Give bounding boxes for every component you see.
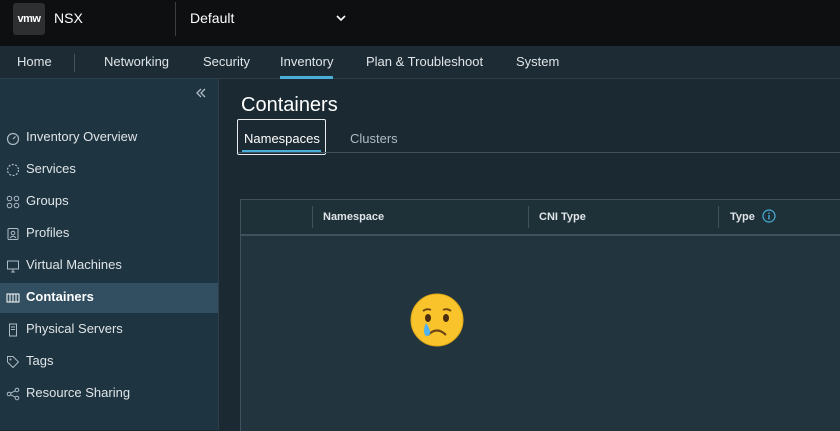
nav-tab-plan-troubleshoot[interactable]: Plan & Troubleshoot — [366, 54, 483, 69]
column-header-type[interactable]: Type — [730, 211, 755, 223]
header-divider — [175, 2, 176, 36]
vm-icon — [7, 260, 19, 273]
services-icon — [6, 163, 20, 177]
nav-tab-inventory[interactable]: Inventory — [280, 54, 334, 79]
sidebar: Inventory Overview Services Groups Profi… — [0, 79, 219, 430]
sidebar-item-label: Tags — [26, 353, 54, 368]
nav-divider — [74, 54, 75, 72]
server-icon — [9, 323, 17, 337]
column-header-cni-type[interactable]: CNI Type — [539, 211, 586, 223]
sidebar-item-label: Virtual Machines — [26, 257, 122, 272]
sidebar-item-label: Services — [26, 161, 76, 176]
namespaces-table: Namespace CNI Type Type — [240, 199, 840, 431]
sidebar-item-containers[interactable]: Containers — [0, 283, 218, 313]
tab-clusters[interactable]: Clusters — [350, 131, 398, 146]
vmware-logo[interactable]: vmw — [13, 3, 45, 35]
column-resizer[interactable] — [718, 206, 719, 228]
project-selector-value[interactable]: Default — [190, 10, 234, 26]
sidebar-item-label: Inventory Overview — [26, 129, 138, 144]
sidebar-item-label: Physical Servers — [26, 321, 123, 336]
chevron-down-icon[interactable] — [335, 12, 347, 24]
sidebar-item-label: Groups — [26, 193, 69, 208]
sidebar-item-virtual-machines[interactable]: Virtual Machines — [0, 251, 218, 281]
sidebar-item-inventory-overview[interactable]: Inventory Overview — [0, 123, 218, 153]
nav-tab-system[interactable]: System — [516, 54, 559, 69]
nav-tab-networking[interactable]: Networking — [104, 54, 169, 69]
top-header: vmw NSX Default — [0, 0, 840, 46]
sidebar-item-label: Resource Sharing — [26, 385, 131, 400]
tab-namespaces[interactable]: Namespaces — [237, 119, 326, 155]
containers-icon — [6, 293, 20, 303]
nav-tab-home[interactable]: Home — [17, 54, 52, 69]
profiles-icon — [7, 228, 19, 240]
dashboard-icon — [6, 132, 20, 145]
crying-face-icon — [410, 293, 464, 347]
info-icon[interactable] — [762, 209, 776, 223]
sidebar-item-resource-sharing[interactable]: Resource Sharing — [0, 379, 218, 409]
sidebar-item-services[interactable]: Services — [0, 155, 218, 185]
sidebar-item-groups[interactable]: Groups — [0, 187, 218, 217]
sidebar-item-profiles[interactable]: Profiles — [0, 219, 218, 249]
sidebar-item-tags[interactable]: Tags — [0, 347, 218, 377]
collapse-sidebar-icon[interactable] — [194, 86, 208, 100]
tabs-divider — [238, 152, 840, 153]
nav-tab-security[interactable]: Security — [203, 54, 250, 69]
main-content: Containers Namespaces Clusters Namespace… — [219, 79, 840, 431]
sidebar-item-label: Containers — [26, 289, 94, 304]
column-resizer[interactable] — [528, 206, 529, 228]
tab-label: Namespaces — [244, 131, 320, 146]
column-resizer[interactable] — [312, 206, 313, 228]
page-title: Containers — [241, 94, 338, 116]
groups-icon — [6, 195, 20, 209]
primary-nav: Home Networking Security Inventory Plan … — [0, 46, 840, 79]
table-header: Namespace CNI Type Type — [241, 200, 840, 236]
sidebar-item-label: Profiles — [26, 225, 70, 240]
tag-icon — [7, 356, 20, 369]
app-name: NSX — [54, 10, 83, 26]
column-header-namespace[interactable]: Namespace — [323, 211, 384, 223]
share-icon — [6, 387, 20, 401]
sidebar-item-physical-servers[interactable]: Physical Servers — [0, 315, 218, 345]
